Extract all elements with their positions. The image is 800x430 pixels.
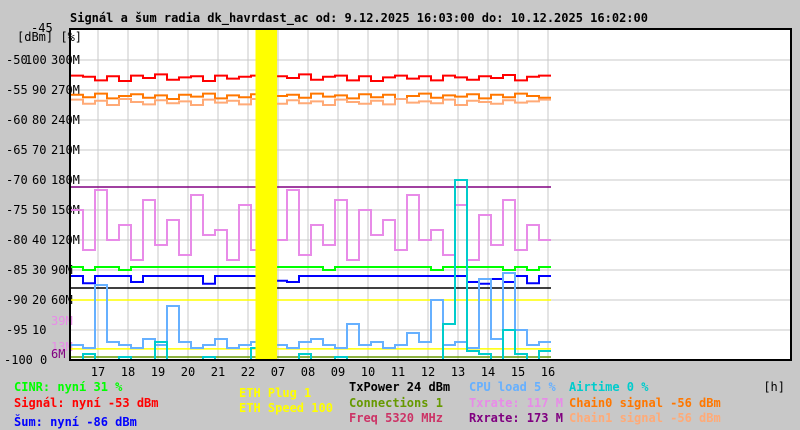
y-tick-rate: 210M [51,143,80,157]
legend-signal: Signál: nyní -53 dBm [14,396,159,410]
x-tick-label: 07 [271,365,285,379]
y-tick-pct: 60 [32,173,46,187]
y-tick-dbm: -80 [6,233,28,247]
y-tick-dbm: -70 [6,173,28,187]
y-tick-rate: 300M [51,53,80,67]
x-tick-label: 15 [511,365,525,379]
y-tick-dbm: -100 [4,353,33,367]
series-chain0-signal [71,92,551,100]
legend-chain1: Chain1 signal -56 dBm [569,411,721,425]
x-tick-label: 17 [91,365,105,379]
y-tick-dbm: -55 [6,83,28,97]
y-tick-pct: 30 [32,263,46,277]
y-tick-pct: 100 [25,53,47,67]
y-tick-dbm: -75 [6,203,28,217]
x-tick-label: 13 [451,365,465,379]
y-tick-dbm: -95 [6,323,28,337]
legend-txpower: TxPower 24 dBm [349,380,451,394]
y-tick-pct: 0 [40,353,47,367]
x-tick-label: 11 [391,365,405,379]
y-tick-rate: 240M [51,113,80,127]
x-tick-label: 14 [481,365,495,379]
legend-cpu: CPU load 5 % [469,380,556,394]
x-axis-unit-label: [h] [763,380,785,394]
y-tick-rate: 180M [51,173,80,187]
x-tick-label: 10 [361,365,375,379]
legend-airtime: Airtime 0 % [569,380,649,394]
legend-freq: Freq 5320 MHz [349,411,443,425]
plot-area: -45-50-55-60-65-70-75-80-85-90-95-100100… [4,21,792,379]
legend-rxrate: Rxrate: 173 M [469,411,563,425]
legend-noise: Šum: nyní -86 dBm [14,415,137,429]
x-tick-label: 18 [121,365,135,379]
legend-chain0: Chain0 signal -56 dBm [569,396,721,410]
x-tick-label: 22 [241,365,255,379]
x-tick-label: 09 [331,365,345,379]
legend-eth-plug: ETH Plug 1 [239,386,312,400]
legend-txrate: Txrate: 117 M [469,396,563,410]
legend-eth-speed: ETH Speed 100 [239,401,333,415]
outage-bar [255,30,278,360]
y-tick-pct: 50 [32,203,46,217]
y-tick-dbm: -65 [6,143,28,157]
y-tick-pct: 90 [32,83,46,97]
y-tick-pct: 40 [32,233,46,247]
x-tick-label: 20 [181,365,195,379]
x-tick-label: 19 [151,365,165,379]
y-tick-dbm: -90 [6,293,28,307]
rrd-graph: Signál a šum radia dk_havrdast_ac od: 9.… [0,0,800,430]
y-tick-dbm: -60 [6,113,28,127]
x-tick-label: 16 [541,365,555,379]
y-tick-pct: 20 [32,293,46,307]
y-tick-rate: 120M [51,233,80,247]
legend-connections: Connections 1 [349,396,443,410]
x-tick-label: 21 [211,365,225,379]
rate-mark-label: 6M [51,347,65,361]
y-tick-pct: 70 [32,143,46,157]
y-tick-dbm: -85 [6,263,28,277]
y-axis-unit-label: [dBm] [%] [17,30,83,44]
legend-cinr: CINR: nyní 31 % [14,380,123,394]
y-tick-pct: 80 [32,113,46,127]
y-tick-pct: 10 [32,323,46,337]
x-tick-label: 08 [301,365,315,379]
x-tick-label: 12 [421,365,435,379]
